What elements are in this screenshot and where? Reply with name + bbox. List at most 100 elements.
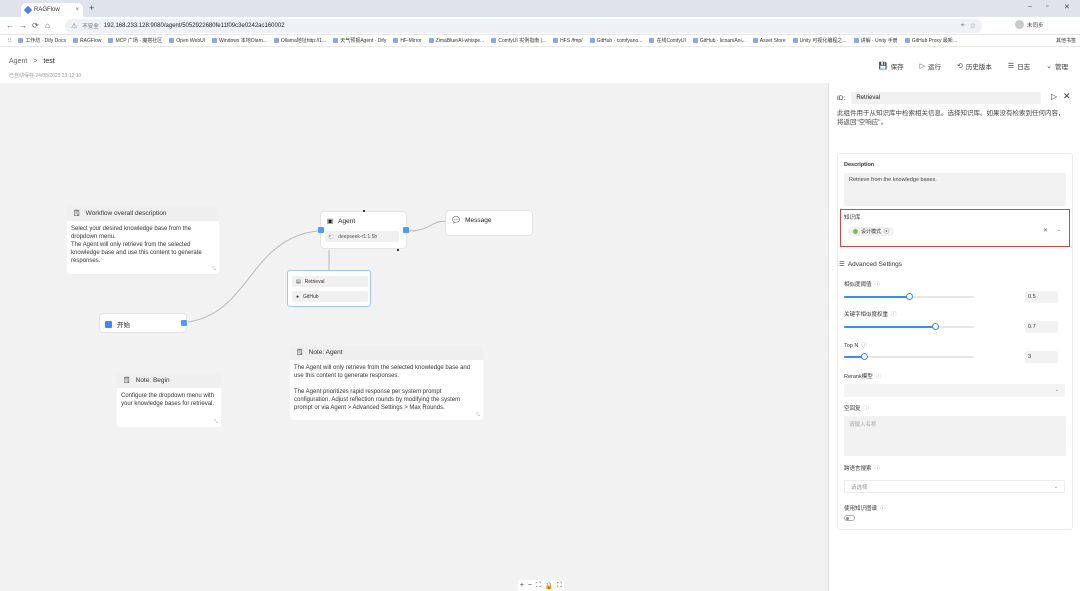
bookmark-item[interactable]: 在线ComfyUI — [649, 37, 686, 44]
agent-output-port[interactable] — [403, 227, 409, 233]
help-icon: ⓘ — [863, 406, 870, 412]
bookmark-item[interactable]: GitHub Proxy 最新... — [904, 37, 957, 44]
node-id-input[interactable]: Retrieval — [851, 92, 1042, 104]
similarity-slider[interactable] — [844, 293, 974, 301]
workflow-canvas[interactable]: 🗒 Workflow overall description Select you… — [0, 83, 828, 591]
manage-button[interactable]: ⌄ 管理 — [1046, 61, 1068, 71]
bookmark-item[interactable]: ZimaBlue/AI-whispe... — [428, 38, 484, 44]
note-begin[interactable]: 🗒 Note: Begin Configure the dropdown menu… — [117, 373, 221, 427]
lock-icon[interactable]: 🔒 — [545, 582, 554, 590]
topn-input[interactable]: 3 — [1025, 351, 1058, 363]
forward-icon[interactable]: → — [19, 21, 27, 30]
keyword-weight-input[interactable]: 0.7 — [1025, 321, 1058, 333]
breadcrumb-root[interactable]: Agent — [9, 58, 27, 65]
bookmark-item[interactable]: 工作坊 · Dify Docs — [18, 37, 66, 44]
cross-language-select[interactable]: 请选择 ⌄ — [844, 480, 1065, 493]
fullscreen-icon[interactable]: ⛶ — [557, 582, 562, 590]
apps-icon[interactable]: ⁝⁝ — [8, 38, 11, 44]
back-icon[interactable]: ← — [6, 21, 14, 30]
tab-title: RAGFlow — [34, 7, 60, 13]
selection-handle[interactable] — [397, 249, 399, 251]
advanced-settings-toggle[interactable]: ☰ Advanced Settings — [839, 260, 902, 269]
bookmark-item[interactable]: RAGFlow — [73, 38, 101, 44]
url-text[interactable]: 192.168.233.128:9080/agent/5052922680fe1… — [104, 23, 956, 29]
kb-select[interactable]: 设计模式 ⓧ ✕ ⌄ — [845, 224, 1065, 238]
zoom-out-icon[interactable]: − — [528, 582, 532, 589]
topn-slider[interactable] — [844, 353, 974, 361]
maximize-icon[interactable]: ▫ — [1046, 3, 1048, 10]
profile-button[interactable]: 未同步 — [1015, 20, 1044, 29]
bookmark-item[interactable]: GitHub · licoan/Ani... — [692, 38, 746, 44]
help-icon: ⓘ — [880, 506, 886, 512]
bookmark-item[interactable]: ComfyUI 实例指南 |... — [491, 37, 546, 44]
resize-handle-icon[interactable]: ⤡ — [212, 266, 216, 272]
bookmark-item[interactable]: Ollama地址http://1... — [273, 37, 326, 44]
browser-tab[interactable]: RAGFlow × — [21, 3, 83, 17]
bookmark-icon — [273, 38, 279, 43]
breadcrumb: Agent > test — [9, 58, 55, 65]
chevron-down-icon[interactable]: ⌄ — [1057, 227, 1061, 233]
tab-close-icon[interactable]: × — [75, 7, 79, 13]
begin-node[interactable]: 开始 — [100, 314, 187, 332]
location-icon[interactable]: ⌖ — [961, 22, 965, 30]
agent-tools-container[interactable]: ▤ Retrieval ● GitHub — [287, 270, 371, 307]
tool-retrieval[interactable]: ▤ Retrieval — [292, 276, 368, 287]
note-agent[interactable]: 🗒 Note: Agent The Agent will only retriev… — [290, 345, 483, 420]
edges-layer — [187, 220, 448, 323]
keyword-weight-slider[interactable] — [844, 323, 974, 331]
message-node[interactable]: 💬 Message — [446, 211, 532, 235]
agent-node[interactable]: ▣ Agent 🐑 deepseek-r1:1.5b — [318, 210, 409, 251]
reload-icon[interactable]: ⟳ — [32, 21, 39, 30]
bookmark-item[interactable]: 讲解 · Unity 手册 — [853, 37, 898, 44]
note-body: Select your desired knowledge base from … — [71, 226, 202, 264]
resize-handle-icon[interactable]: ⤡ — [214, 419, 218, 425]
address-bar[interactable]: ⚠ 不安全 192.168.233.128:9080/agent/5052922… — [65, 19, 982, 33]
bookmark-item[interactable]: 天气预报Agent · Dify — [333, 37, 386, 44]
bookmark-item[interactable]: GitHub · comfyano... — [589, 38, 642, 44]
similarity-input[interactable]: 0.5 — [1025, 291, 1058, 303]
bookmark-icon — [393, 38, 399, 43]
description-textarea[interactable]: Retrieve from the knowledge bases. — [844, 173, 1066, 206]
bookmark-item[interactable]: Asset Store — [752, 38, 786, 44]
bookmark-star-icon[interactable]: ☆ — [970, 22, 976, 30]
kb-label: 知识库 — [844, 215, 861, 221]
run-node-icon[interactable]: ▷ — [1051, 92, 1057, 101]
tool-github[interactable]: ● GitHub — [292, 291, 368, 302]
kb-tag[interactable]: 设计模式 ⓧ — [848, 226, 895, 236]
save-icon: 💾 — [878, 63, 888, 70]
home-icon[interactable]: ⌂ — [45, 21, 50, 30]
clear-icon[interactable]: ✕ — [1043, 227, 1048, 234]
begin-output-port[interactable] — [181, 320, 187, 326]
rerank-select[interactable]: ⌄ — [844, 384, 1065, 397]
agent-input-port[interactable] — [318, 227, 324, 233]
minimize-icon[interactable]: – — [1028, 3, 1032, 10]
bookmark-item[interactable]: HFS /fmp/ — [553, 38, 583, 44]
slider-fill — [844, 296, 909, 298]
log-button[interactable]: ☰ 日志 — [1008, 61, 1030, 71]
resize-handle-icon[interactable]: ⤡ — [476, 412, 480, 418]
selection-handle[interactable] — [363, 210, 365, 212]
bookmark-item[interactable]: Unity 可视化编程之... — [792, 37, 847, 44]
bookmark-icon — [752, 38, 758, 43]
history-icon: ⟲ — [956, 63, 963, 70]
new-tab-button[interactable]: + — [89, 3, 94, 13]
autosave-status: 已自动保存 24/08/2025 23:12:10 — [9, 73, 82, 79]
tag-remove-icon[interactable]: ⓧ — [884, 228, 889, 235]
other-bookmarks[interactable]: 其他书签 — [1051, 37, 1076, 44]
bookmark-icon — [649, 38, 655, 43]
note-workflow[interactable]: 🗒 Workflow overall description Select you… — [67, 206, 219, 274]
run-button[interactable]: ▷ 运行 — [920, 61, 941, 71]
bookmark-item[interactable]: MCP 广场 · 魔搭社区 — [108, 37, 162, 44]
close-window-icon[interactable]: ✕ — [1064, 3, 1070, 11]
empty-response-textarea[interactable]: 请输入名称 — [844, 416, 1066, 456]
bookmark-item[interactable]: Open WebUI — [169, 38, 205, 44]
close-panel-icon[interactable]: ✕ — [1063, 91, 1071, 102]
bookmark-item[interactable]: Windows 本地Olam... — [212, 37, 267, 44]
zoom-in-icon[interactable]: + — [520, 582, 524, 589]
save-button[interactable]: 💾 保存 — [879, 61, 904, 71]
bookmark-item[interactable]: HF-Mirror — [393, 38, 422, 44]
knowledge-graph-toggle[interactable] — [844, 515, 855, 521]
play-icon: ▷ — [919, 63, 925, 70]
fit-view-icon[interactable]: ⛶ — [536, 582, 541, 590]
history-button[interactable]: ⟲ 历史版本 — [957, 61, 992, 71]
